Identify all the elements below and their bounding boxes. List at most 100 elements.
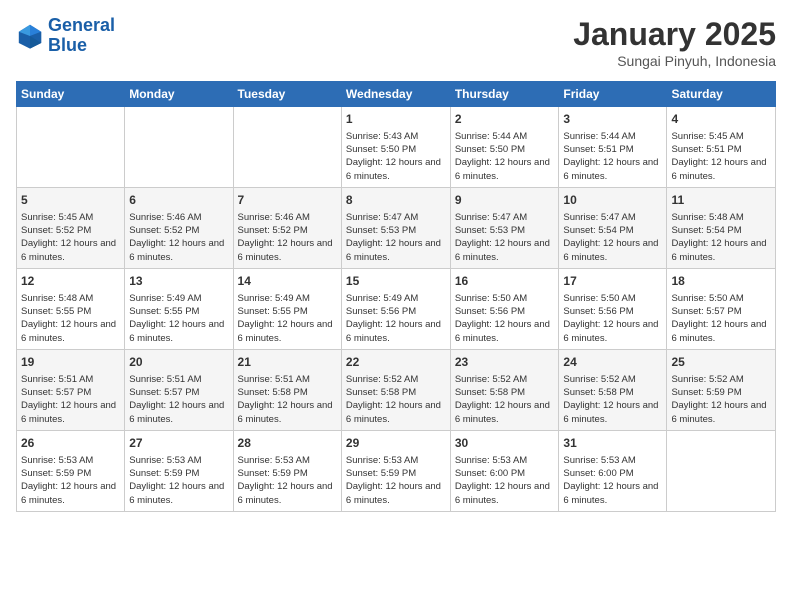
day-number: 7 (238, 192, 337, 209)
calendar-cell: 29Sunrise: 5:53 AMSunset: 5:59 PMDayligh… (341, 430, 450, 511)
day-info: Sunrise: 5:50 AM (563, 292, 662, 305)
calendar-cell: 2Sunrise: 5:44 AMSunset: 5:50 PMDaylight… (450, 107, 559, 188)
day-info: Sunset: 5:58 PM (455, 386, 555, 399)
day-number: 26 (21, 435, 120, 452)
weekday-header-row: SundayMondayTuesdayWednesdayThursdayFrid… (17, 82, 776, 107)
day-info: Daylight: 12 hours and 6 minutes. (238, 399, 337, 426)
calendar-cell (17, 107, 125, 188)
day-info: Sunset: 5:57 PM (129, 386, 228, 399)
day-number: 12 (21, 273, 120, 290)
calendar-week-row: 1Sunrise: 5:43 AMSunset: 5:50 PMDaylight… (17, 107, 776, 188)
calendar-cell: 13Sunrise: 5:49 AMSunset: 5:55 PMDayligh… (125, 268, 233, 349)
day-info: Sunrise: 5:43 AM (346, 130, 446, 143)
day-info: Daylight: 12 hours and 6 minutes. (671, 318, 771, 345)
day-info: Sunset: 5:57 PM (21, 386, 120, 399)
day-info: Sunset: 5:56 PM (563, 305, 662, 318)
day-info: Sunrise: 5:49 AM (238, 292, 337, 305)
day-number: 22 (346, 354, 446, 371)
day-number: 19 (21, 354, 120, 371)
title-area: January 2025 Sungai Pinyuh, Indonesia (573, 16, 776, 69)
calendar-cell: 30Sunrise: 5:53 AMSunset: 6:00 PMDayligh… (450, 430, 559, 511)
day-number: 16 (455, 273, 555, 290)
calendar-cell: 27Sunrise: 5:53 AMSunset: 5:59 PMDayligh… (125, 430, 233, 511)
day-number: 29 (346, 435, 446, 452)
calendar-week-row: 19Sunrise: 5:51 AMSunset: 5:57 PMDayligh… (17, 349, 776, 430)
day-info: Daylight: 12 hours and 6 minutes. (21, 237, 120, 264)
calendar-cell: 10Sunrise: 5:47 AMSunset: 5:54 PMDayligh… (559, 187, 667, 268)
calendar-cell: 25Sunrise: 5:52 AMSunset: 5:59 PMDayligh… (667, 349, 776, 430)
calendar-cell: 6Sunrise: 5:46 AMSunset: 5:52 PMDaylight… (125, 187, 233, 268)
day-info: Sunset: 5:59 PM (671, 386, 771, 399)
day-info: Daylight: 12 hours and 6 minutes. (671, 156, 771, 183)
day-info: Sunset: 5:59 PM (238, 467, 337, 480)
day-info: Sunrise: 5:51 AM (21, 373, 120, 386)
day-info: Sunrise: 5:44 AM (455, 130, 555, 143)
day-number: 27 (129, 435, 228, 452)
calendar-body: 1Sunrise: 5:43 AMSunset: 5:50 PMDaylight… (17, 107, 776, 512)
calendar-table: SundayMondayTuesdayWednesdayThursdayFrid… (16, 81, 776, 512)
day-info: Daylight: 12 hours and 6 minutes. (129, 399, 228, 426)
day-number: 30 (455, 435, 555, 452)
day-info: Sunset: 5:59 PM (129, 467, 228, 480)
day-info: Daylight: 12 hours and 6 minutes. (238, 480, 337, 507)
calendar-cell: 24Sunrise: 5:52 AMSunset: 5:58 PMDayligh… (559, 349, 667, 430)
day-info: Sunrise: 5:44 AM (563, 130, 662, 143)
day-info: Sunrise: 5:45 AM (671, 130, 771, 143)
day-number: 13 (129, 273, 228, 290)
day-info: Sunset: 5:58 PM (346, 386, 446, 399)
calendar-cell (125, 107, 233, 188)
calendar-cell: 3Sunrise: 5:44 AMSunset: 5:51 PMDaylight… (559, 107, 667, 188)
calendar-cell: 4Sunrise: 5:45 AMSunset: 5:51 PMDaylight… (667, 107, 776, 188)
day-number: 9 (455, 192, 555, 209)
calendar-week-row: 5Sunrise: 5:45 AMSunset: 5:52 PMDaylight… (17, 187, 776, 268)
day-info: Daylight: 12 hours and 6 minutes. (346, 237, 446, 264)
day-info: Daylight: 12 hours and 6 minutes. (563, 237, 662, 264)
day-info: Daylight: 12 hours and 6 minutes. (21, 399, 120, 426)
day-info: Daylight: 12 hours and 6 minutes. (563, 399, 662, 426)
day-number: 17 (563, 273, 662, 290)
logo: General Blue (16, 16, 115, 56)
calendar-cell: 17Sunrise: 5:50 AMSunset: 5:56 PMDayligh… (559, 268, 667, 349)
day-info: Daylight: 12 hours and 6 minutes. (455, 156, 555, 183)
day-info: Sunrise: 5:48 AM (21, 292, 120, 305)
day-info: Sunrise: 5:47 AM (455, 211, 555, 224)
calendar-cell: 11Sunrise: 5:48 AMSunset: 5:54 PMDayligh… (667, 187, 776, 268)
day-info: Daylight: 12 hours and 6 minutes. (238, 318, 337, 345)
day-info: Sunrise: 5:52 AM (671, 373, 771, 386)
day-number: 28 (238, 435, 337, 452)
calendar-cell: 8Sunrise: 5:47 AMSunset: 5:53 PMDaylight… (341, 187, 450, 268)
day-info: Daylight: 12 hours and 6 minutes. (129, 237, 228, 264)
day-info: Sunrise: 5:49 AM (129, 292, 228, 305)
calendar-cell: 26Sunrise: 5:53 AMSunset: 5:59 PMDayligh… (17, 430, 125, 511)
weekday-header: Tuesday (233, 82, 341, 107)
day-number: 31 (563, 435, 662, 452)
day-info: Daylight: 12 hours and 6 minutes. (563, 156, 662, 183)
calendar-title: January 2025 (573, 16, 776, 53)
day-number: 25 (671, 354, 771, 371)
day-info: Sunrise: 5:53 AM (21, 454, 120, 467)
day-number: 1 (346, 111, 446, 128)
weekday-header: Monday (125, 82, 233, 107)
page-header: General Blue January 2025 Sungai Pinyuh,… (16, 16, 776, 69)
calendar-cell: 15Sunrise: 5:49 AMSunset: 5:56 PMDayligh… (341, 268, 450, 349)
calendar-cell: 31Sunrise: 5:53 AMSunset: 6:00 PMDayligh… (559, 430, 667, 511)
day-info: Sunset: 5:57 PM (671, 305, 771, 318)
calendar-cell: 7Sunrise: 5:46 AMSunset: 5:52 PMDaylight… (233, 187, 341, 268)
day-info: Sunset: 5:55 PM (238, 305, 337, 318)
day-info: Sunrise: 5:51 AM (238, 373, 337, 386)
day-info: Sunset: 6:00 PM (563, 467, 662, 480)
day-info: Daylight: 12 hours and 6 minutes. (346, 480, 446, 507)
day-info: Sunrise: 5:52 AM (455, 373, 555, 386)
day-info: Sunset: 5:53 PM (346, 224, 446, 237)
day-info: Sunrise: 5:53 AM (346, 454, 446, 467)
day-info: Sunrise: 5:47 AM (563, 211, 662, 224)
day-number: 4 (671, 111, 771, 128)
calendar-cell: 21Sunrise: 5:51 AMSunset: 5:58 PMDayligh… (233, 349, 341, 430)
calendar-cell: 1Sunrise: 5:43 AMSunset: 5:50 PMDaylight… (341, 107, 450, 188)
day-info: Daylight: 12 hours and 6 minutes. (346, 156, 446, 183)
day-info: Sunset: 5:54 PM (671, 224, 771, 237)
day-info: Sunrise: 5:47 AM (346, 211, 446, 224)
day-number: 5 (21, 192, 120, 209)
calendar-week-row: 26Sunrise: 5:53 AMSunset: 5:59 PMDayligh… (17, 430, 776, 511)
day-info: Sunset: 5:58 PM (563, 386, 662, 399)
